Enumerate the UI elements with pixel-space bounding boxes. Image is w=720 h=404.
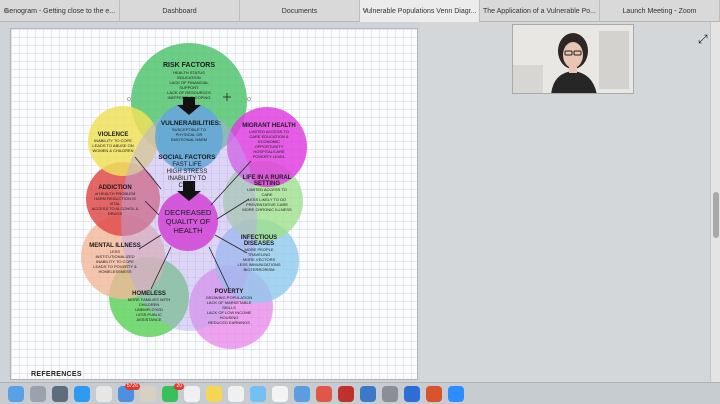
chrome-icon[interactable]	[96, 385, 112, 402]
mail-icon[interactable]: 5726	[118, 382, 140, 402]
close-icon[interactable]: ✕	[3, 7, 9, 15]
news-icon[interactable]	[338, 385, 354, 402]
risk-factors-title: RISK FACTORS	[163, 62, 215, 69]
launchpad-icon[interactable]	[30, 385, 46, 402]
tab-genogram[interactable]: ✕ Genogram - Getting close to the e...	[0, 0, 120, 22]
tab-dashboard[interactable]: Dashboard	[120, 0, 240, 22]
svg-text:INABILITY TO: INABILITY TO	[168, 176, 206, 182]
close-icon[interactable]: ✕	[363, 7, 369, 15]
music-icon[interactable]	[316, 385, 332, 402]
references-heading: REFERENCES	[31, 371, 82, 378]
maps-icon[interactable]	[250, 385, 266, 402]
vertical-scrollbar[interactable]	[710, 22, 720, 382]
messages-icon[interactable]: 20	[162, 382, 184, 402]
facetime-icon[interactable]	[294, 385, 310, 402]
zoom-video-thumbnail[interactable]	[512, 24, 634, 94]
social-factors-title: SOCIAL FACTORS	[158, 154, 216, 161]
tab-zoom-meeting[interactable]: Launch Meeting - Zoom	[600, 0, 720, 22]
svg-text:COPE: COPE	[178, 183, 195, 189]
reminders-icon[interactable]	[228, 385, 244, 402]
scroll-thumb[interactable]	[713, 192, 719, 238]
svg-text:INEFFECTIVE COPING: INEFFECTIVE COPING	[168, 95, 211, 100]
expand-icon[interactable]: ⤢	[698, 32, 708, 47]
svg-text:WOMEN & CHILDREN: WOMEN & CHILDREN	[92, 148, 133, 153]
tab-documents[interactable]: Documents	[240, 0, 360, 22]
venn-diagram[interactable]: RISK FACTORS HEALTH STATUS EDUCATION LAC…	[11, 29, 419, 381]
powerpoint-icon[interactable]	[426, 385, 442, 402]
svg-text:HIGH STRESS: HIGH STRESS	[167, 169, 208, 175]
svg-text:BIOTERRORISM: BIOTERRORISM	[244, 267, 275, 272]
svg-text:EMOTIONAL HARM: EMOTIONAL HARM	[171, 137, 207, 142]
app-store-icon[interactable]	[360, 385, 376, 402]
vulnerabilities-title: VULNERABILITIES:	[161, 120, 221, 127]
finder-icon[interactable]	[8, 385, 24, 402]
svg-text:REDUCED EARNINGS: REDUCED EARNINGS	[208, 320, 250, 325]
photos-icon[interactable]	[272, 385, 288, 402]
decreased-health-title: DECREASED	[165, 208, 212, 217]
svg-text:HOMELESSNESS: HOMELESSNESS	[98, 269, 131, 274]
contacts-icon[interactable]	[140, 385, 156, 402]
svg-text:HEALTH: HEALTH	[173, 226, 202, 235]
presenter-video-icon	[513, 25, 633, 93]
settings-icon[interactable]	[382, 385, 398, 402]
svg-text:ASSISTANCE: ASSISTANCE	[136, 317, 161, 322]
svg-text:DRUGS: DRUGS	[108, 211, 123, 216]
browser-tab-bar: ✕ Genogram - Getting close to the e... Da…	[0, 0, 720, 22]
svg-text:FAST LIFE: FAST LIFE	[172, 162, 201, 168]
calendar-icon[interactable]	[184, 385, 200, 402]
system-dock: 5726 20	[0, 382, 720, 404]
svg-text:MORE CHRONIC ILLNESS: MORE CHRONIC ILLNESS	[242, 207, 292, 212]
safari-icon[interactable]	[74, 385, 90, 402]
canvas-page[interactable]: RISK FACTORS HEALTH STATUS EDUCATION LAC…	[10, 28, 418, 380]
zoom-icon[interactable]	[448, 385, 464, 402]
svg-text:QUALITY OF: QUALITY OF	[166, 217, 211, 226]
word-icon[interactable]	[404, 385, 420, 402]
notes-icon[interactable]	[206, 385, 222, 402]
tab-venn-diagram[interactable]: ✕ Vulnerable Populations Venn Diagr...	[360, 0, 480, 22]
tab-vulnerable-application[interactable]: The Application of a Vulnerable Po...	[480, 0, 600, 22]
svg-text:POVERTY LEVEL: POVERTY LEVEL	[253, 154, 286, 159]
rocket-icon[interactable]	[52, 385, 68, 402]
